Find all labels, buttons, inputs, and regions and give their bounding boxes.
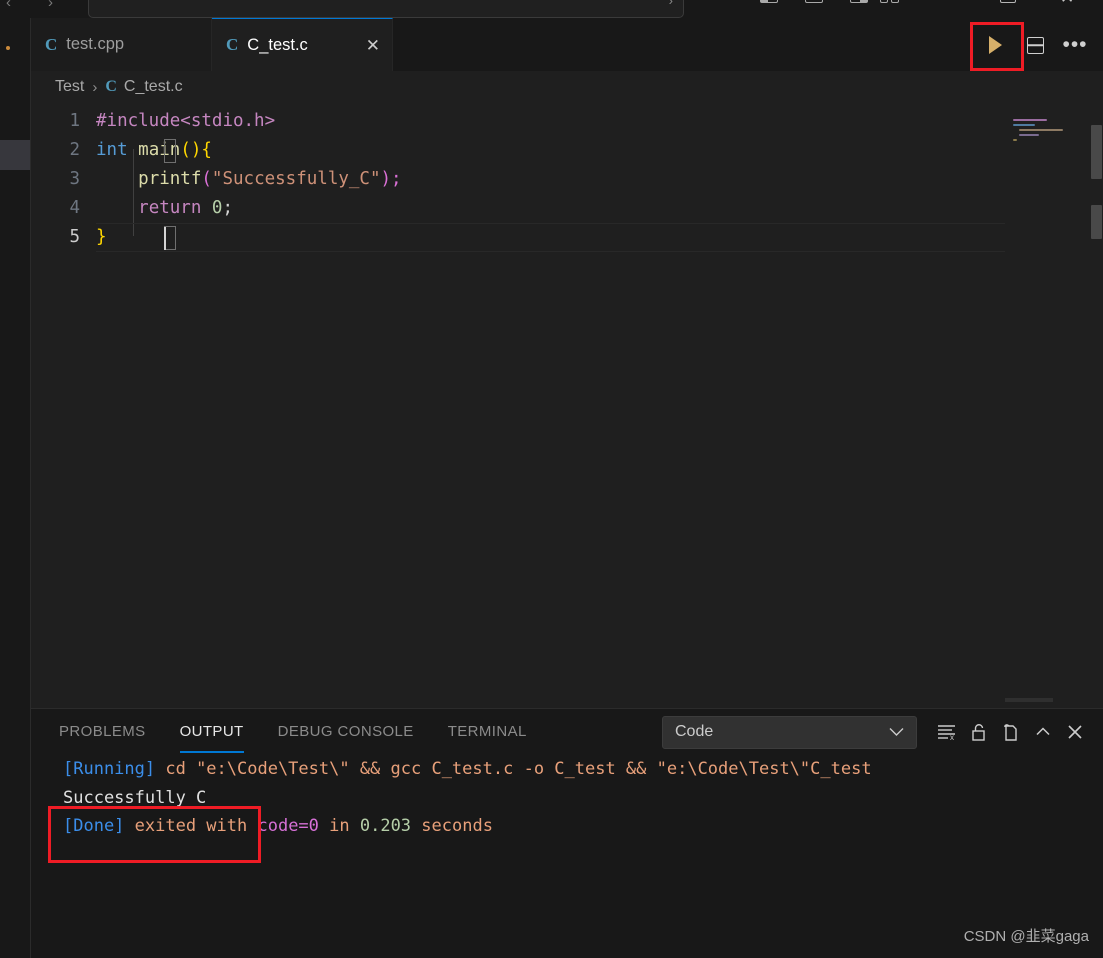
line-text: #include<stdio.h>: [96, 111, 276, 131]
split-editor-button[interactable]: [1015, 25, 1055, 65]
line-text: }: [96, 227, 107, 247]
window-close-icon[interactable]: ✕: [1060, 0, 1074, 8]
breadcrumb-file[interactable]: C_test.c: [124, 78, 183, 96]
svg-text:x: x: [950, 733, 954, 741]
chevron-down-icon: [889, 725, 904, 740]
panel-action-bar: Code x: [662, 714, 1091, 750]
chevron-up-icon: [1036, 727, 1050, 736]
close-icon[interactable]: ✕: [366, 37, 380, 54]
editor-tab-bar: C test.cpp C C_test.c ✕ •••: [31, 18, 1103, 72]
window-maximize-icon[interactable]: [1000, 0, 1016, 3]
output-line: [Running] cd "e:\Code\Test\" && gcc C_te…: [63, 759, 872, 779]
output-line: Successfully_C: [63, 787, 207, 808]
run-code-button[interactable]: [975, 25, 1015, 65]
open-in-editor-icon: [1004, 723, 1017, 741]
panel-tab-problems[interactable]: PROBLEMS: [59, 723, 146, 742]
close-panel-button[interactable]: [1059, 716, 1091, 748]
minimap-line: [1013, 119, 1047, 121]
code-line: 2 int main(){: [31, 136, 1103, 165]
minimap-line: [1013, 139, 1017, 141]
watermark: CSDN @韭菜gaga: [963, 928, 1089, 945]
cpp-file-icon: C: [45, 34, 58, 54]
editor-action-bar: •••: [975, 24, 1095, 66]
minimap[interactable]: [1005, 103, 1089, 708]
unlock-icon: [971, 723, 985, 741]
panel-tab-list: PROBLEMS OUTPUT DEBUG CONSOLE TERMINAL: [59, 709, 561, 755]
text-cursor: [164, 227, 166, 250]
line-number: 2: [69, 140, 80, 160]
clear-output-button[interactable]: x: [931, 716, 963, 748]
output-line: [Done] exited with code=0 in 0.203 secon…: [63, 816, 493, 836]
tab-label: C_test.c: [247, 35, 308, 54]
line-number: 3: [69, 169, 80, 189]
open-in-editor-button[interactable]: [995, 716, 1027, 748]
c-file-icon: C: [226, 35, 239, 54]
command-center-search[interactable]: ›: [88, 0, 684, 18]
code-editor[interactable]: 1 #include<stdio.h> 2 int main(){ 3 prin…: [31, 103, 1103, 708]
minimap-line: [1019, 129, 1063, 131]
tab-label: test.cpp: [66, 35, 125, 53]
panel-tab-debug-console[interactable]: DEBUG CONSOLE: [278, 723, 414, 742]
lock-scroll-button[interactable]: [963, 716, 995, 748]
code-line: 1 #include<stdio.h>: [31, 107, 1103, 136]
output-channel-select[interactable]: Code: [662, 715, 917, 749]
breadcrumb-folder[interactable]: Test: [55, 78, 84, 96]
tab-test-cpp[interactable]: C test.cpp: [31, 18, 212, 71]
line-text: int main(){: [96, 140, 212, 160]
editor-scrollbar[interactable]: [1089, 103, 1103, 708]
line-number: 1: [69, 111, 80, 131]
code-line: 5 }: [31, 223, 1103, 252]
panel-header: PROBLEMS OUTPUT DEBUG CONSOLE TERMINAL C…: [31, 709, 1103, 755]
explorer-selected-row[interactable]: [0, 140, 30, 170]
navigate-forward-icon[interactable]: ›: [48, 0, 53, 12]
toggle-secondary-sidebar-icon[interactable]: [850, 0, 868, 3]
line-number: 4: [69, 198, 80, 218]
breadcrumb: Test › C C_test.c: [31, 71, 1103, 103]
tab-c-test-c[interactable]: C C_test.c ✕: [212, 18, 393, 71]
line-number: 5: [69, 227, 80, 247]
minimap-line: [1019, 134, 1039, 136]
code-line: 3 printf("Successfully_C");: [31, 165, 1103, 194]
customize-layout-icon-b[interactable]: [891, 0, 899, 3]
panel-tab-terminal[interactable]: TERMINAL: [448, 723, 527, 742]
close-icon: [1068, 725, 1082, 739]
ellipsis-icon: •••: [1062, 33, 1088, 56]
code-line: 4 return 0;: [31, 194, 1103, 223]
vscode-window: ‹ › › ✕ C test.cpp C C_test.c ✕: [0, 0, 1103, 958]
c-file-icon: C: [105, 78, 117, 95]
maximize-panel-button[interactable]: [1027, 716, 1059, 748]
more-actions-button[interactable]: •••: [1055, 25, 1095, 65]
bottom-panel: PROBLEMS OUTPUT DEBUG CONSOLE TERMINAL C…: [31, 708, 1103, 958]
modified-indicator-dot: [6, 46, 10, 50]
toggle-primary-sidebar-icon[interactable]: [760, 0, 778, 3]
chevron-right-icon: ›: [668, 0, 673, 8]
chevron-right-icon: ›: [92, 78, 98, 96]
clear-output-icon: x: [938, 725, 955, 741]
output-channel-value: Code: [675, 723, 714, 740]
split-editor-icon: [1026, 36, 1044, 54]
customize-layout-icon-a[interactable]: [880, 0, 888, 3]
navigate-back-icon[interactable]: ‹: [6, 0, 11, 12]
explorer-strip: [0, 18, 31, 958]
toggle-panel-icon[interactable]: [805, 0, 823, 3]
minimap-line: [1013, 124, 1035, 126]
minimap-scroll-indicator: [1005, 698, 1053, 702]
code-content: 1 #include<stdio.h> 2 int main(){ 3 prin…: [31, 107, 1103, 252]
scrollbar-thumb-lower[interactable]: [1091, 205, 1102, 239]
output-view[interactable]: [Running] cd "e:\Code\Test\" && gcc C_te…: [31, 755, 1103, 958]
line-text: return 0;: [138, 198, 234, 218]
scrollbar-thumb-upper[interactable]: [1091, 125, 1102, 179]
title-bar: ‹ › › ✕: [0, 0, 1103, 18]
panel-tab-output[interactable]: OUTPUT: [179, 723, 244, 753]
line-text: printf("Successfully_C");: [138, 169, 402, 189]
play-icon: [988, 36, 1002, 54]
